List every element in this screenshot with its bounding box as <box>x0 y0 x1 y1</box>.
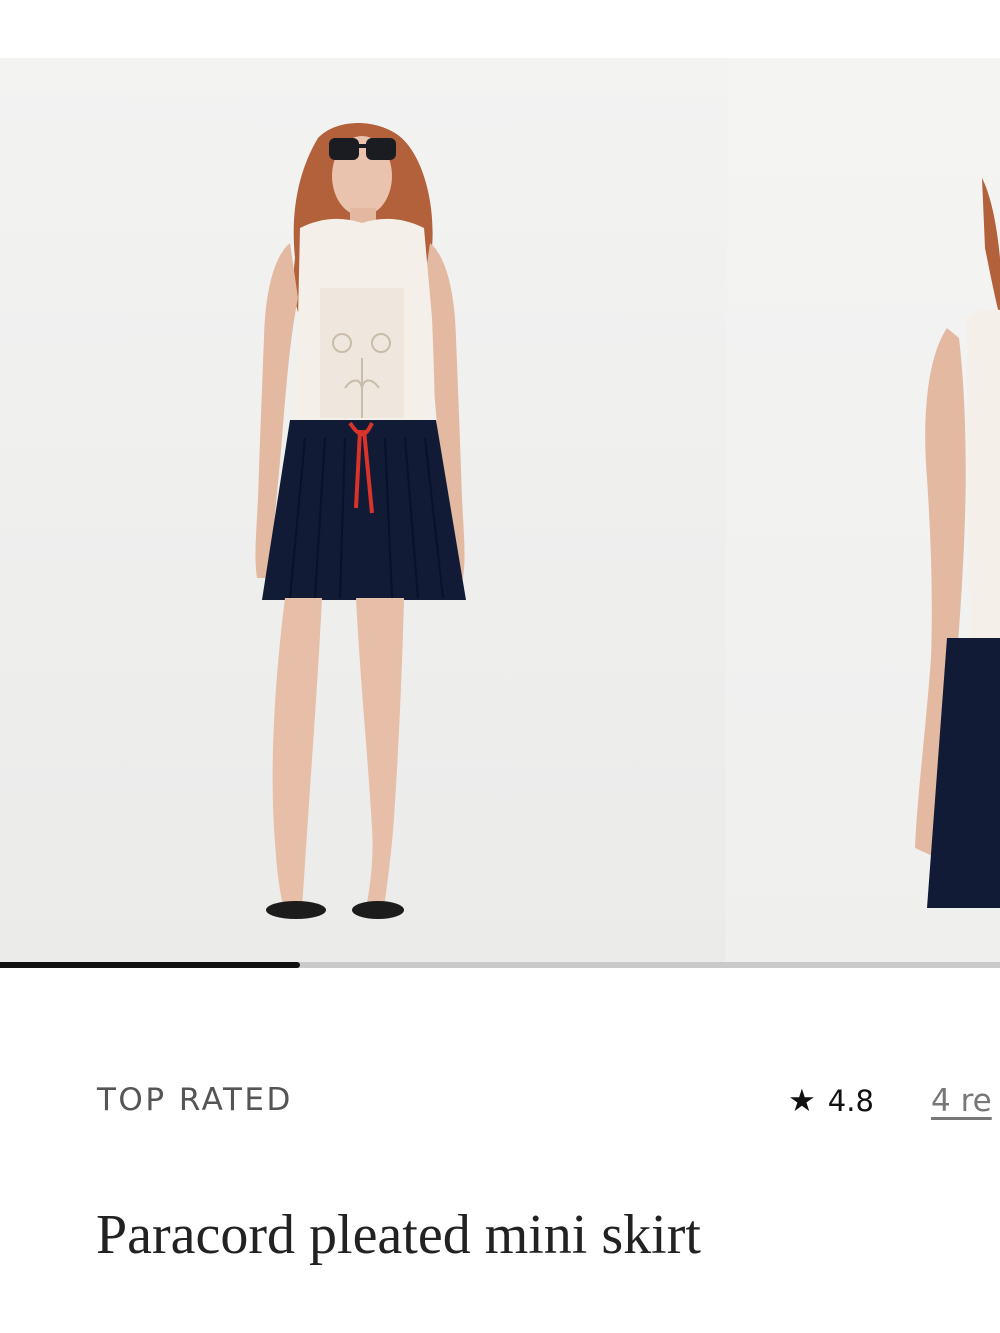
reviews-link[interactable]: 4 re <box>931 1082 992 1120</box>
carousel-progress-fill <box>0 962 300 968</box>
top-rated-badge: TOP RATED <box>97 1082 293 1118</box>
product-image-carousel[interactable] <box>0 58 1000 962</box>
product-title: Paracord pleated mini skirt <box>96 1204 701 1266</box>
model-side-illustration <box>915 178 1000 908</box>
star-icon: ★ <box>788 1083 816 1119</box>
product-image-front[interactable] <box>0 58 726 962</box>
product-image-side[interactable] <box>727 58 1000 962</box>
rating-value: 4.8 <box>827 1084 874 1118</box>
model-front-illustration <box>255 122 466 919</box>
carousel-progress-bar <box>0 962 1000 968</box>
rating-summary: ★ 4.8 <box>788 1082 874 1120</box>
